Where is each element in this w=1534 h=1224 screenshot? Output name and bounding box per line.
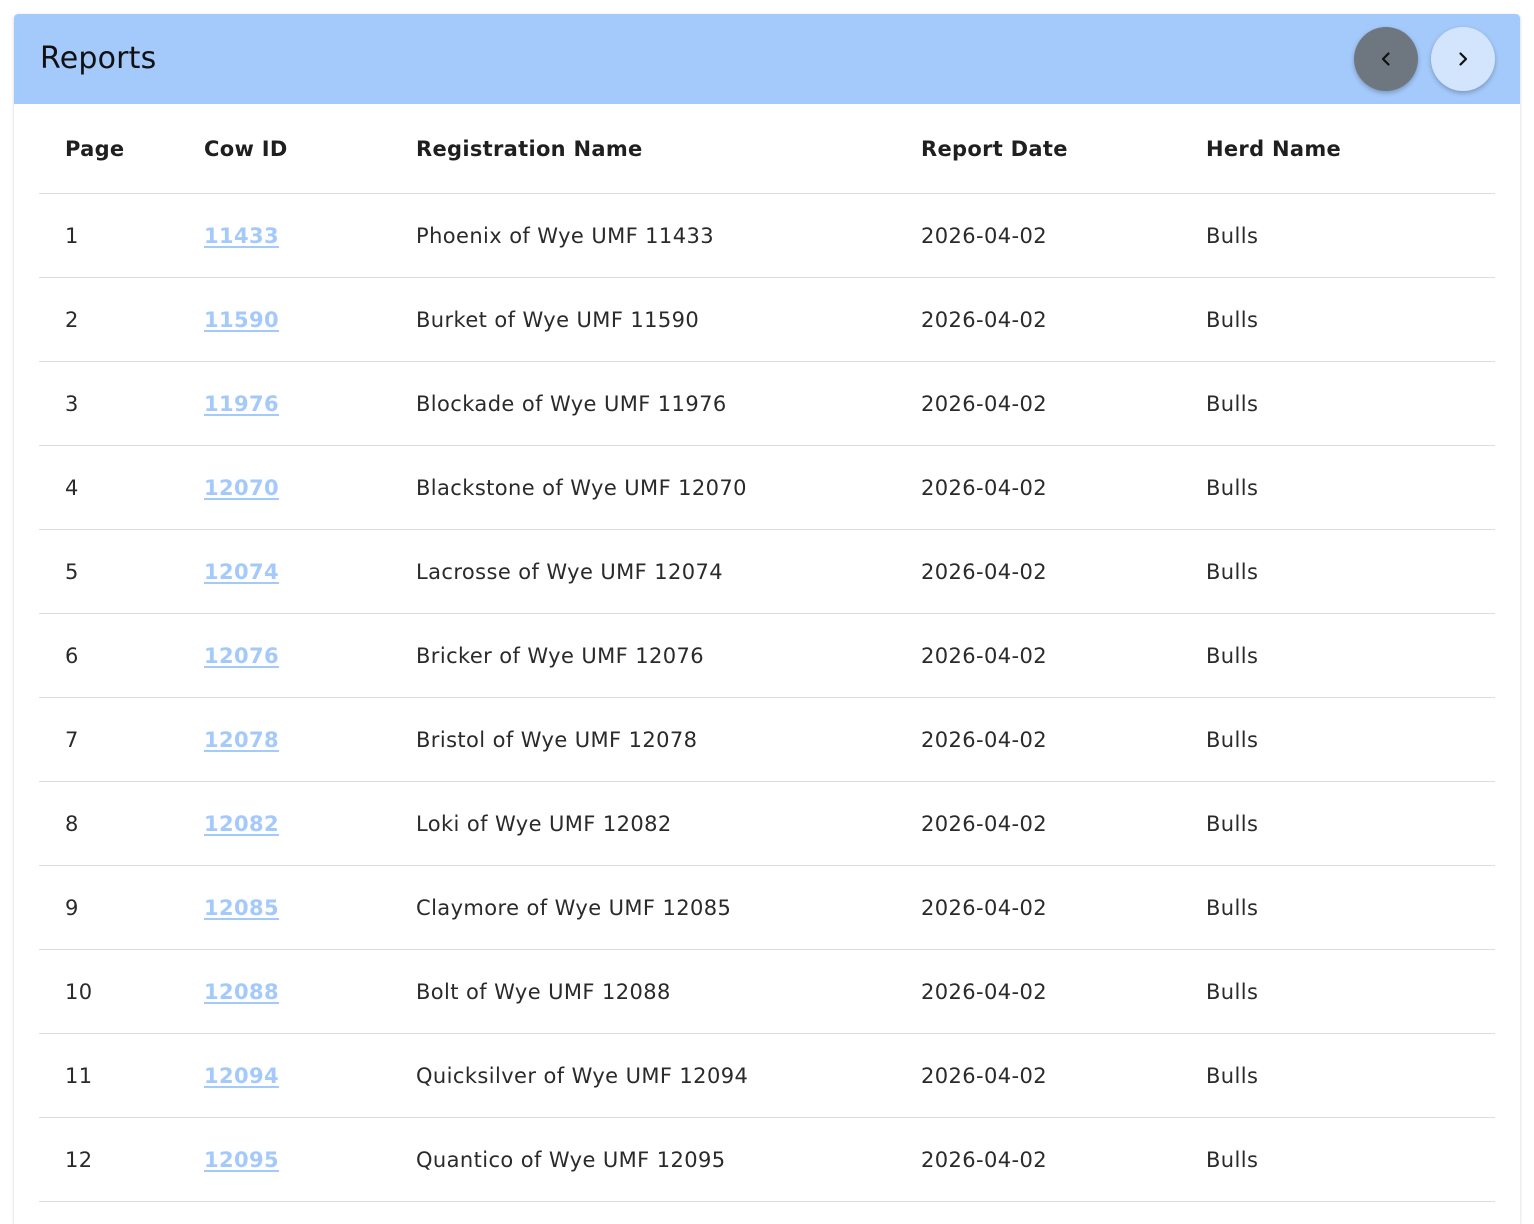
report-date-cell: 2026-04-02 bbox=[895, 277, 1180, 362]
cow-id-cell: 11976 bbox=[178, 361, 390, 446]
cow-id-cell: 11590 bbox=[178, 277, 390, 362]
cow-id-link[interactable]: 12095 bbox=[204, 1148, 279, 1172]
registration-name-cell: Bolt of Wye UMF 12088 bbox=[390, 949, 895, 1034]
herd-name-cell: Bulls bbox=[1180, 445, 1495, 530]
report-date-cell: 2026-04-02 bbox=[895, 445, 1180, 530]
page-cell: 4 bbox=[39, 445, 178, 530]
report-date-cell: 2026-04-02 bbox=[895, 193, 1180, 278]
cow-id-cell: 12088 bbox=[178, 949, 390, 1034]
registration-name-cell: Blackstone of Wye UMF 12070 bbox=[390, 445, 895, 530]
herd-name-cell: Bulls bbox=[1180, 529, 1495, 614]
previous-page-button[interactable] bbox=[1354, 27, 1418, 91]
report-date-cell: 2026-04-02 bbox=[895, 529, 1180, 614]
registration-name-cell: Loki of Wye UMF 12082 bbox=[390, 781, 895, 866]
cow-id-cell: 12085 bbox=[178, 865, 390, 950]
table-row: 3 11976 Blockade of Wye UMF 11976 2026-0… bbox=[39, 361, 1495, 446]
column-header-report-date: Report Date bbox=[895, 104, 1180, 194]
reports-table: Page Cow ID Registration Name Report Dat… bbox=[39, 104, 1495, 1202]
registration-name-cell: Bristol of Wye UMF 12078 bbox=[390, 697, 895, 782]
cow-id-cell: 12095 bbox=[178, 1117, 390, 1202]
report-date-cell: 2026-04-02 bbox=[895, 361, 1180, 446]
cow-id-cell: 12082 bbox=[178, 781, 390, 866]
chevron-right-icon bbox=[1459, 52, 1468, 66]
report-date-cell: 2026-04-02 bbox=[895, 613, 1180, 698]
registration-name-cell: Burket of Wye UMF 11590 bbox=[390, 277, 895, 362]
registration-name-cell: Phoenix of Wye UMF 11433 bbox=[390, 193, 895, 278]
registration-name-cell: Bricker of Wye UMF 12076 bbox=[390, 613, 895, 698]
report-date-cell: 2026-04-02 bbox=[895, 1117, 1180, 1202]
herd-name-cell: Bulls bbox=[1180, 865, 1495, 950]
page-title: Reports bbox=[40, 41, 157, 76]
cow-id-link[interactable]: 12074 bbox=[204, 560, 279, 584]
cow-id-cell: 12074 bbox=[178, 529, 390, 614]
table-row: 9 12085 Claymore of Wye UMF 12085 2026-0… bbox=[39, 865, 1495, 950]
herd-name-cell: Bulls bbox=[1180, 949, 1495, 1034]
table-row: 6 12076 Bricker of Wye UMF 12076 2026-04… bbox=[39, 613, 1495, 698]
herd-name-cell: Bulls bbox=[1180, 193, 1495, 278]
page-cell: 9 bbox=[39, 865, 178, 950]
cow-id-link[interactable]: 11590 bbox=[204, 308, 279, 332]
cow-id-cell: 12094 bbox=[178, 1033, 390, 1118]
chevron-left-icon bbox=[1381, 52, 1390, 66]
next-page-button[interactable] bbox=[1431, 27, 1495, 91]
herd-name-cell: Bulls bbox=[1180, 1033, 1495, 1118]
report-date-cell: 2026-04-02 bbox=[895, 865, 1180, 950]
registration-name-cell: Quantico of Wye UMF 12095 bbox=[390, 1117, 895, 1202]
report-date-cell: 2026-04-02 bbox=[895, 949, 1180, 1034]
cow-id-link[interactable]: 12076 bbox=[204, 644, 279, 668]
cow-id-cell: 12070 bbox=[178, 445, 390, 530]
registration-name-cell: Claymore of Wye UMF 12085 bbox=[390, 865, 895, 950]
report-date-cell: 2026-04-02 bbox=[895, 1033, 1180, 1118]
cow-id-link[interactable]: 11976 bbox=[204, 392, 279, 416]
page-cell: 7 bbox=[39, 697, 178, 782]
column-header-registration-name: Registration Name bbox=[390, 104, 895, 194]
page-cell: 10 bbox=[39, 949, 178, 1034]
cow-id-cell: 12076 bbox=[178, 613, 390, 698]
cow-id-link[interactable]: 11433 bbox=[204, 224, 279, 248]
page-cell: 11 bbox=[39, 1033, 178, 1118]
report-date-cell: 2026-04-02 bbox=[895, 781, 1180, 866]
table-header-row: Page Cow ID Registration Name Report Dat… bbox=[39, 104, 1495, 194]
page-cell: 5 bbox=[39, 529, 178, 614]
cow-id-cell: 11433 bbox=[178, 193, 390, 278]
registration-name-cell: Blockade of Wye UMF 11976 bbox=[390, 361, 895, 446]
cow-id-link[interactable]: 12070 bbox=[204, 476, 279, 500]
cow-id-link[interactable]: 12078 bbox=[204, 728, 279, 752]
table-row: 1 11433 Phoenix of Wye UMF 11433 2026-04… bbox=[39, 193, 1495, 278]
reports-card: Reports Page Cow ID Registration Name Re… bbox=[14, 14, 1520, 1224]
herd-name-cell: Bulls bbox=[1180, 697, 1495, 782]
cow-id-link[interactable]: 12085 bbox=[204, 896, 279, 920]
report-date-cell: 2026-04-02 bbox=[895, 697, 1180, 782]
column-header-page: Page bbox=[39, 104, 178, 194]
cow-id-cell: 12078 bbox=[178, 697, 390, 782]
page-cell: 6 bbox=[39, 613, 178, 698]
table-row: 5 12074 Lacrosse of Wye UMF 12074 2026-0… bbox=[39, 529, 1495, 614]
cow-id-link[interactable]: 12082 bbox=[204, 812, 279, 836]
page-cell: 8 bbox=[39, 781, 178, 866]
registration-name-cell: Lacrosse of Wye UMF 12074 bbox=[390, 529, 895, 614]
table-row: 10 12088 Bolt of Wye UMF 12088 2026-04-0… bbox=[39, 949, 1495, 1034]
cow-id-link[interactable]: 12094 bbox=[204, 1064, 279, 1088]
table-row: 11 12094 Quicksilver of Wye UMF 12094 20… bbox=[39, 1033, 1495, 1118]
herd-name-cell: Bulls bbox=[1180, 277, 1495, 362]
table-row: 7 12078 Bristol of Wye UMF 12078 2026-04… bbox=[39, 697, 1495, 782]
column-header-cow-id: Cow ID bbox=[178, 104, 390, 194]
page-cell: 1 bbox=[39, 193, 178, 278]
page-cell: 12 bbox=[39, 1117, 178, 1202]
table-row: 4 12070 Blackstone of Wye UMF 12070 2026… bbox=[39, 445, 1495, 530]
table-row: 2 11590 Burket of Wye UMF 11590 2026-04-… bbox=[39, 277, 1495, 362]
cow-id-link[interactable]: 12088 bbox=[204, 980, 279, 1004]
table-row: 8 12082 Loki of Wye UMF 12082 2026-04-02… bbox=[39, 781, 1495, 866]
table-row: 12 12095 Quantico of Wye UMF 12095 2026-… bbox=[39, 1117, 1495, 1202]
herd-name-cell: Bulls bbox=[1180, 361, 1495, 446]
herd-name-cell: Bulls bbox=[1180, 781, 1495, 866]
card-header: Reports bbox=[14, 14, 1520, 104]
herd-name-cell: Bulls bbox=[1180, 613, 1495, 698]
column-header-herd-name: Herd Name bbox=[1180, 104, 1495, 194]
page-cell: 2 bbox=[39, 277, 178, 362]
registration-name-cell: Quicksilver of Wye UMF 12094 bbox=[390, 1033, 895, 1118]
herd-name-cell: Bulls bbox=[1180, 1117, 1495, 1202]
page-cell: 3 bbox=[39, 361, 178, 446]
